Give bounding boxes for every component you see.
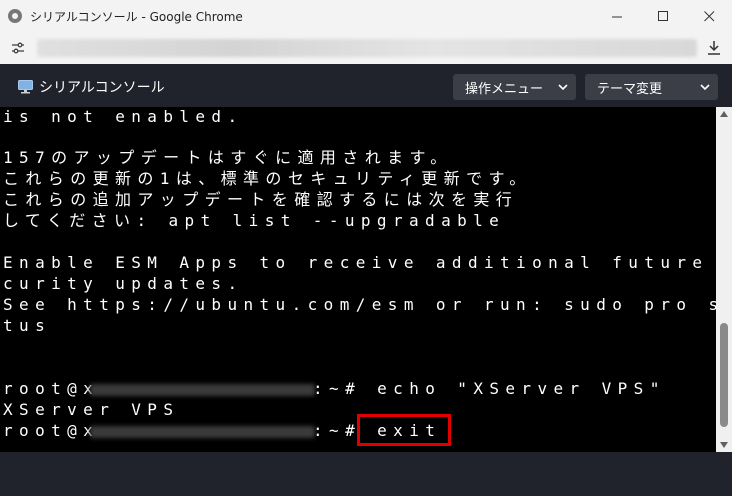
url-field-blurred[interactable] — [37, 39, 697, 57]
prompt-command: :~# echo "XServer VPS" — [313, 379, 666, 398]
scroll-up-icon — [720, 111, 728, 117]
terminal-line: is not enabled. — [3, 107, 244, 126]
serial-terminal[interactable]: is not enabled. 157のアップデートはすぐに適用されます。 これ… — [0, 107, 716, 452]
theme-menu-select[interactable]: テーマ変更 — [585, 74, 718, 100]
minimize-icon — [611, 16, 622, 17]
theme-menu-label: テーマ変更 — [597, 81, 663, 97]
chevron-down-icon — [558, 84, 568, 91]
terminal-line: tus — [3, 316, 52, 335]
terminal-scrollbar[interactable] — [716, 107, 732, 452]
download-button[interactable] — [704, 38, 724, 58]
address-bar — [0, 32, 732, 64]
blurred-hostname — [90, 384, 315, 396]
scroll-down-button[interactable] — [716, 438, 732, 452]
download-icon — [708, 41, 720, 55]
window-controls — [594, 0, 732, 32]
terminal-line: See https://ubuntu.com/esm or run: sudo … — [3, 295, 716, 314]
window-titlebar: シリアルコンソール - Google Chrome — [0, 0, 732, 32]
window-title: シリアルコンソール - Google Chrome — [30, 9, 243, 24]
operations-menu-select[interactable]: 操作メニュー — [453, 74, 576, 100]
scroll-thumb[interactable] — [720, 323, 728, 427]
prompt-user: root@x — [3, 421, 100, 440]
terminal-line: curity updates. — [3, 274, 244, 293]
terminal-line: Enable ESM Apps to receive additional fu… — [3, 253, 716, 272]
site-info-button[interactable] — [7, 37, 29, 59]
terminal-line: これらの追加アップデートを確認するには次を実行 — [3, 190, 519, 209]
close-button[interactable] — [686, 0, 732, 32]
terminal-line: これらの更新の1は、標準のセキュリティ更新です。 — [3, 169, 532, 188]
minimize-button[interactable] — [594, 0, 640, 32]
operations-menu-label: 操作メニュー — [465, 81, 544, 97]
scroll-up-button[interactable] — [716, 107, 732, 121]
chrome-app-icon — [8, 9, 22, 23]
terminal-line: 157のアップデートはすぐに適用されます。 — [3, 148, 453, 167]
monitor-icon — [18, 80, 33, 94]
scroll-down-icon — [720, 442, 728, 448]
blurred-hostname — [90, 426, 315, 438]
console-title: シリアルコンソール — [39, 80, 165, 96]
console-page: シリアルコンソール 操作メニュー テーマ変更 is not enabled. 1… — [0, 64, 732, 496]
close-icon — [703, 10, 714, 21]
terminal-output: XServer VPS — [3, 400, 180, 419]
maximize-button[interactable] — [640, 0, 686, 32]
exit-command-highlight — [357, 414, 451, 446]
site-info-icon — [12, 42, 24, 54]
terminal-line: してください: apt list --upgradable — [3, 211, 506, 230]
maximize-icon — [657, 10, 668, 21]
chevron-down-icon — [700, 84, 710, 91]
prompt-user: root@x — [3, 379, 100, 398]
